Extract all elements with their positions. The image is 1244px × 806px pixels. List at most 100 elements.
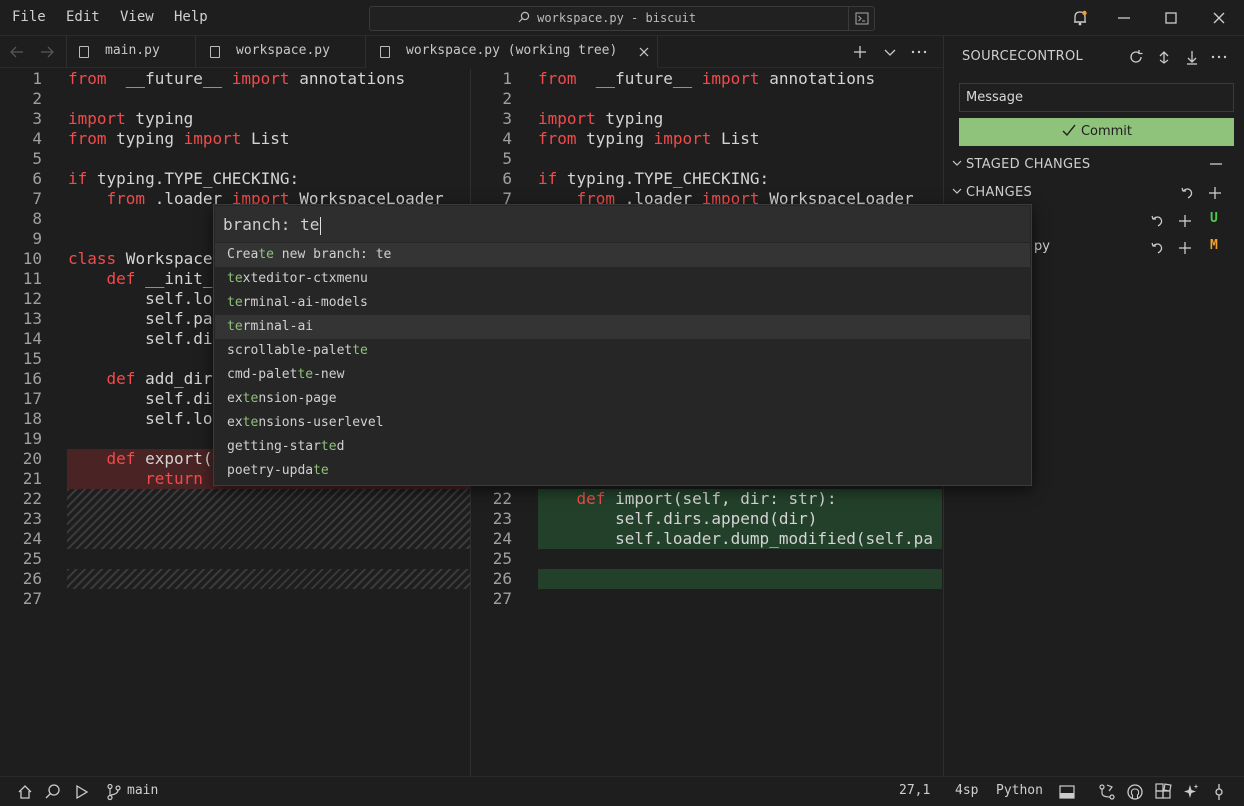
commit-button[interactable]: Commit [959,118,1234,146]
code-line[interactable]: 5 [0,149,470,169]
create-branch-item[interactable]: Create new branch: te [215,243,1030,267]
branch-item[interactable]: extension-page [215,387,1030,411]
code-line[interactable]: 27 [472,589,942,609]
code-line[interactable]: 26 [472,569,942,589]
branch-item[interactable]: terminal-ai-models [215,291,1030,315]
code-line[interactable]: 3 import typing [472,109,942,129]
branch-item[interactable]: extensions-userlevel [215,411,1030,435]
changes-header[interactable]: CHANGES [952,185,1032,200]
stage-icon[interactable] [1177,240,1193,256]
tab-workspace-py[interactable]: workspace.py [196,36,366,68]
branch-name[interactable]: main [127,783,158,798]
pull-icon[interactable] [1183,48,1201,66]
title-bar: File Edit View Help workspace.py - biscu… [0,0,1244,36]
branch-item[interactable]: terminal-ai [215,315,1030,339]
commit-message-input[interactable]: Message [959,83,1234,112]
code-line[interactable]: 27 [0,589,470,609]
back-arrow-icon[interactable] [8,44,26,60]
git-branch-icon[interactable] [106,783,122,801]
code-text: import typing [538,109,663,129]
sparkle-ai-icon[interactable] [1182,783,1200,801]
keyword-token: if [538,169,558,188]
code-line[interactable]: 1 from __future__ import annotations [472,69,942,89]
code-line[interactable]: 6 if typing.TYPE_CHECKING: [472,169,942,189]
close-window-icon[interactable] [1209,8,1229,28]
refresh-icon[interactable] [1127,48,1145,66]
more-options-icon[interactable] [1210,48,1228,66]
chevron-down-icon[interactable] [882,44,898,60]
github-icon[interactable] [1126,783,1144,801]
notification-bell-icon[interactable] [1070,8,1090,28]
code-line[interactable]: 2 [472,89,942,109]
branch-item[interactable]: texteditor-ctxmenu [215,267,1030,291]
stage-icon[interactable] [1177,213,1193,229]
home-icon[interactable] [16,783,34,801]
branch-item[interactable]: getting-started [215,435,1030,459]
branch-search-input[interactable]: branch: te [215,206,1030,242]
line-number: 19 [22,429,42,448]
indentation[interactable]: 4sp [955,783,978,798]
code-text: self.lo [68,409,212,429]
menu-edit[interactable]: Edit [66,9,100,25]
match-highlight: te [313,463,329,478]
minimize-icon[interactable] [1114,8,1134,28]
source-control-icon[interactable] [1098,783,1116,801]
code-token: import(self, dir: str): [605,489,837,508]
code-line[interactable]: 24 self.loader.dump_modified(self.pa [472,529,942,549]
code-token: __future__ [106,69,232,88]
code-line[interactable]: 22 def import(self, dir: str): [472,489,942,509]
code-line[interactable]: 25 [0,549,470,569]
tab-main-py[interactable]: main.py [66,36,196,68]
forward-arrow-icon[interactable] [38,44,56,60]
staged-changes-header[interactable]: STAGED CHANGES [952,157,1091,172]
panel-toggle-icon[interactable] [1058,783,1076,801]
git-commit-icon[interactable] [1210,783,1228,801]
run-debug-icon[interactable] [72,783,90,801]
line-number: 15 [22,349,42,368]
code-line[interactable]: 3 import typing [0,109,470,129]
code-line[interactable]: 2 [0,89,470,109]
branch-item[interactable]: poetry-update [215,459,1030,483]
code-line[interactable]: 23 self.dirs.append(dir) [472,509,942,529]
code-line[interactable]: 5 [472,149,942,169]
discard-all-icon[interactable] [1179,185,1195,201]
item-text: cmd-palet [227,367,298,382]
discard-icon[interactable] [1149,213,1165,229]
keyword-token: from [106,189,146,208]
menu-view[interactable]: View [120,9,154,25]
code-line[interactable]: 6 if typing.TYPE_CHECKING: [0,169,470,189]
line-number: 6 [32,169,42,188]
line-number: 2 [32,89,42,108]
code-line[interactable]: 1 from __future__ import annotations [0,69,470,89]
commit-label: Commit [1080,124,1133,139]
tab-workspace-working-tree[interactable]: workspace.py (working tree) [366,36,658,68]
code-text: self.di [68,389,212,409]
title-search-box[interactable]: workspace.py - biscuit [369,6,875,31]
more-options-icon[interactable] [910,44,928,60]
code-token: typing.TYPE_CHECKING: [557,169,770,188]
search-icon[interactable] [44,783,62,801]
close-tab-icon[interactable] [638,46,650,58]
menu-file[interactable]: File [12,9,46,25]
file-icon [380,46,390,58]
code-line[interactable]: 25 [472,549,942,569]
discard-icon[interactable] [1149,240,1165,256]
new-tab-plus-icon[interactable] [852,44,868,60]
line-number: 2 [502,89,512,108]
language-mode[interactable]: Python [996,783,1043,798]
terminal-icon[interactable] [848,7,874,30]
menu-help[interactable]: Help [174,9,208,25]
cursor-position[interactable]: 27,1 [899,783,930,798]
maximize-icon[interactable] [1161,8,1181,28]
code-token: List [711,129,760,148]
code-text: class Workspace [68,249,213,269]
stage-all-icon[interactable] [1207,185,1223,201]
unstage-all-icon[interactable] [1208,156,1224,172]
push-icon[interactable] [1155,48,1173,66]
branch-item[interactable]: cmd-palette-new [215,363,1030,387]
extensions-icon[interactable] [1154,783,1172,801]
code-token: typing [125,109,194,128]
code-line[interactable]: 4 from typing import List [0,129,470,149]
branch-item[interactable]: scrollable-palette [215,339,1030,363]
code-line[interactable]: 4 from typing import List [472,129,942,149]
